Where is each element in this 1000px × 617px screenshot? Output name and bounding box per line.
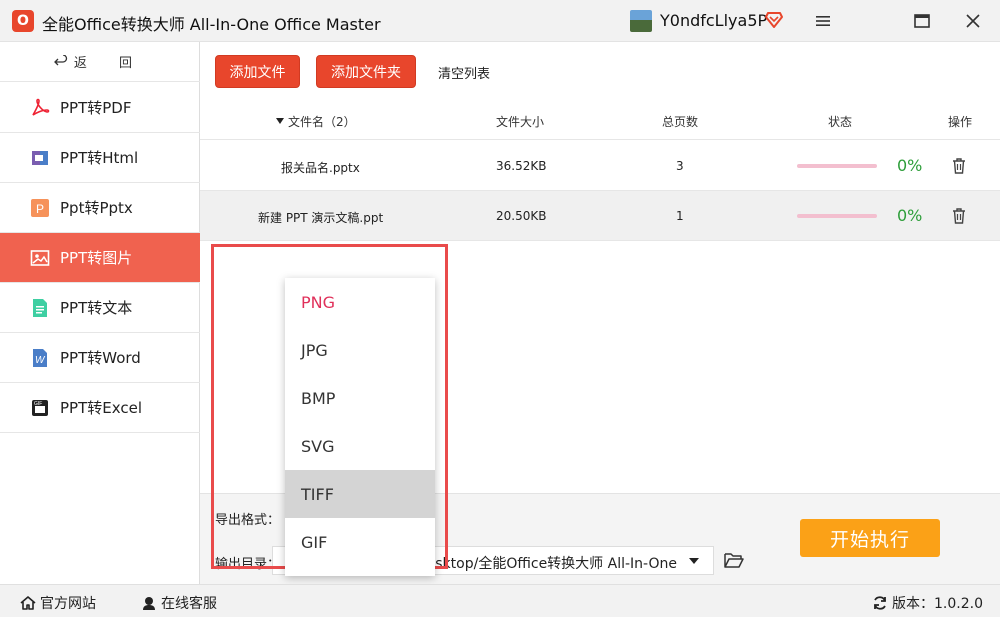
svg-text:W: W	[35, 355, 46, 366]
trash-icon[interactable]	[951, 157, 967, 175]
table-row[interactable]: 报关品名.pptx 36.52KB 3 0%	[200, 141, 1000, 191]
file-size: 20.50KB	[496, 209, 547, 223]
folder-icon[interactable]	[724, 551, 744, 569]
file-size: 36.52KB	[496, 159, 547, 173]
refresh-icon	[874, 596, 886, 610]
progress-bar	[797, 214, 877, 218]
username[interactable]: Y0ndfcLlya5P	[660, 11, 767, 30]
text-icon	[30, 298, 50, 318]
format-dropdown: PNG JPG BMP SVG TIFF GIF	[285, 278, 435, 576]
menu-icon[interactable]	[812, 10, 834, 32]
sidebar-item-label: PPT转Word	[60, 349, 141, 367]
progress-bar	[797, 164, 877, 168]
trash-icon[interactable]	[951, 207, 967, 225]
add-folder-button[interactable]: 添加文件夹	[316, 55, 416, 88]
page-count: 3	[676, 159, 684, 173]
clear-list-button[interactable]: 清空列表	[438, 63, 490, 82]
file-name: 报关品名.pptx	[281, 161, 360, 175]
excel-icon: GIF	[30, 398, 50, 418]
title-bar: O 全能Office转换大师 All-In-One Office Master …	[0, 0, 1000, 42]
table-row[interactable]: 新建 PPT 演示文稿.ppt 20.50KB 1 0%	[200, 191, 1000, 241]
sidebar-item-label: PPT转Excel	[60, 399, 142, 417]
format-option-svg[interactable]: SVG	[285, 422, 435, 470]
sidebar-item-label: PPT转PDF	[60, 99, 132, 117]
status-bar: 官方网站 在线客服 版本：1.0.2.0	[0, 584, 1000, 617]
svg-text:P: P	[36, 202, 44, 216]
sidebar-item-label: Ppt转Pptx	[60, 199, 133, 217]
column-header-name[interactable]: 文件名（2）	[288, 113, 356, 130]
sidebar: 返 回 PPT转PDF PPT转Html P Ppt转Pptx PPT转图片 P…	[0, 42, 200, 584]
sidebar-item-ppt-to-pptx[interactable]: P Ppt转Pptx	[0, 183, 200, 233]
sidebar-item-ppt-to-word[interactable]: W PPT转Word	[0, 333, 200, 383]
format-option-png[interactable]: PNG	[285, 278, 435, 326]
sidebar-item-ppt-to-excel[interactable]: GIF PPT转Excel	[0, 383, 200, 433]
file-name: 新建 PPT 演示文稿.ppt	[258, 211, 384, 225]
avatar[interactable]	[630, 10, 652, 32]
output-dir-value: esktop/全能Office转换大师 All-In-One	[426, 556, 677, 572]
headset-icon	[143, 597, 155, 610]
version-info[interactable]: 版本：1.0.2.0	[872, 593, 983, 613]
progress-percent: 0%	[897, 156, 923, 175]
column-header-size: 文件大小	[496, 115, 545, 129]
start-button[interactable]: 开始执行	[800, 519, 940, 557]
back-label: 返 回	[73, 56, 147, 71]
html-icon	[30, 148, 50, 168]
format-option-gif[interactable]: GIF	[285, 518, 435, 566]
progress-percent: 0%	[897, 206, 923, 225]
chevron-down-icon	[689, 558, 699, 564]
app-logo: O	[12, 10, 34, 32]
sidebar-item-ppt-to-html[interactable]: PPT转Html	[0, 133, 200, 183]
column-header-status: 状态	[828, 115, 853, 129]
version-label: 版本：1.0.2.0	[892, 596, 983, 612]
support-link[interactable]: 在线客服	[141, 593, 217, 613]
pptx-icon: P	[30, 198, 50, 218]
pdf-icon	[30, 98, 50, 118]
vip-diamond-icon[interactable]	[764, 9, 784, 29]
sidebar-item-ppt-to-pdf[interactable]: PPT转PDF	[0, 83, 200, 133]
sidebar-item-label: PPT转文本	[60, 299, 133, 317]
sidebar-item-ppt-to-image[interactable]: PPT转图片	[0, 233, 200, 283]
app-title: 全能Office转换大师 All-In-One Office Master	[42, 15, 381, 34]
table-header: 文件名（2） 文件大小 总页数 状态 操作	[200, 100, 1000, 140]
format-option-jpg[interactable]: JPG	[285, 326, 435, 374]
home-icon	[20, 596, 36, 610]
format-option-bmp[interactable]: BMP	[285, 374, 435, 422]
sidebar-item-ppt-to-text[interactable]: PPT转文本	[0, 283, 200, 333]
back-arrow-icon	[54, 54, 68, 65]
close-icon[interactable]	[962, 10, 984, 32]
word-icon: W	[30, 348, 50, 368]
column-header-pages: 总页数	[662, 115, 699, 129]
column-header-action: 操作	[948, 115, 973, 129]
maximize-icon[interactable]	[911, 10, 933, 32]
support-label: 在线客服	[161, 596, 217, 612]
svg-text:GIF: GIF	[34, 401, 42, 407]
sidebar-item-label: PPT转Html	[60, 149, 139, 167]
format-option-tiff[interactable]: TIFF	[285, 470, 435, 518]
sort-down-icon[interactable]	[276, 118, 284, 124]
website-label: 官方网站	[40, 596, 96, 612]
back-button[interactable]: 返 回	[0, 42, 200, 82]
add-file-button[interactable]: 添加文件	[215, 55, 300, 88]
page-count: 1	[676, 209, 684, 223]
sidebar-item-label: PPT转图片	[60, 249, 133, 267]
image-icon	[30, 248, 50, 268]
website-link[interactable]: 官方网站	[20, 593, 96, 613]
